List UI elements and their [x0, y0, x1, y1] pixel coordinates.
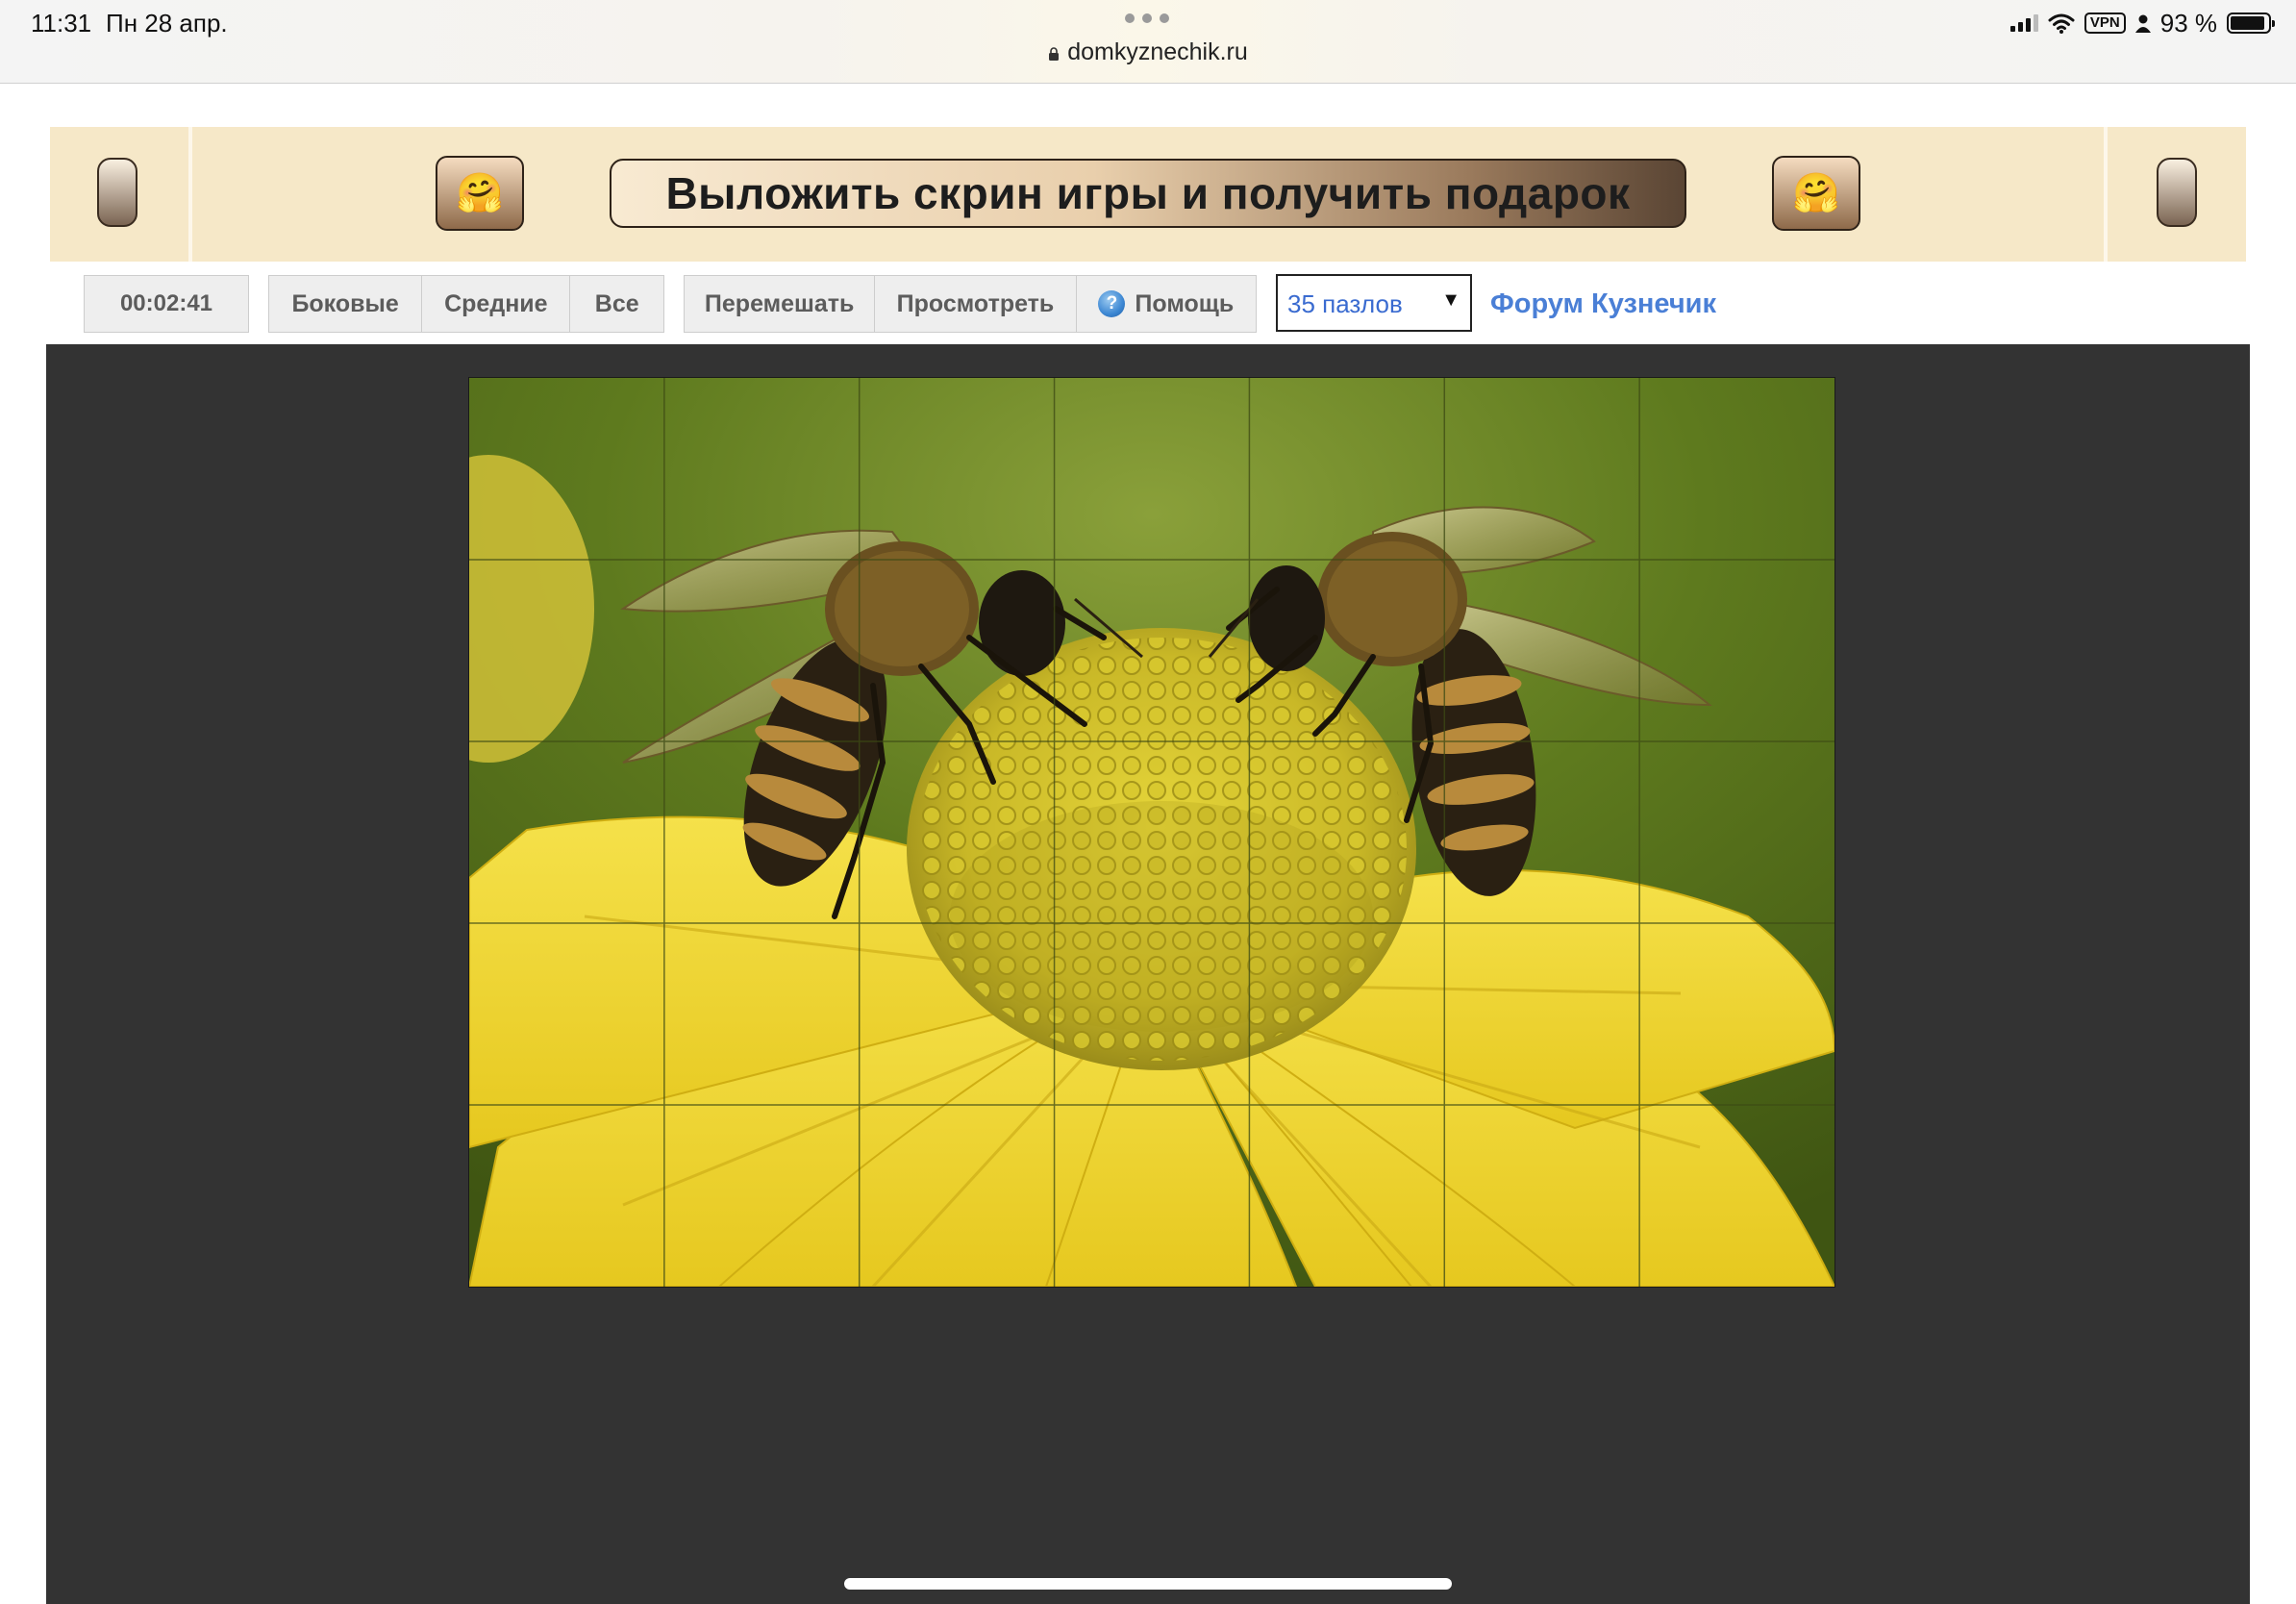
- wifi-icon: [2048, 13, 2075, 34]
- dropdown-arrow-icon: ▼: [1441, 289, 1460, 311]
- help-globe-icon: ?: [1098, 290, 1126, 317]
- battery-icon: [2227, 13, 2275, 34]
- filter-all-button[interactable]: Все: [570, 276, 663, 332]
- piece-filter-group: Боковые Средние Все: [268, 275, 664, 333]
- url-text: domkyznechik.ru: [1067, 38, 1248, 65]
- banner-left-handle: [97, 158, 137, 227]
- status-indicators: VPN 93 %: [2009, 8, 2275, 38]
- banner-divider: [2104, 127, 2108, 262]
- hugging-face-emoji-button[interactable]: 🤗: [1772, 156, 1860, 231]
- help-label: Помощь: [1135, 289, 1235, 317]
- hugging-face-emoji-button[interactable]: 🤗: [436, 156, 524, 231]
- lock-icon: [1049, 47, 1060, 61]
- help-button[interactable]: ? Помощь: [1077, 276, 1256, 332]
- filter-edge-button[interactable]: Боковые: [269, 276, 423, 332]
- promo-button[interactable]: Выложить скрин игры и получить подарок: [610, 159, 1686, 228]
- puzzle-image: [469, 378, 1834, 1287]
- address-bar[interactable]: domkyznechik.ru: [0, 38, 2296, 66]
- actions-group: Перемешать Просмотреть ? Помощь: [684, 275, 1257, 333]
- promo-banner: 🤗 Выложить скрин игры и получить подарок…: [50, 127, 2246, 262]
- puzzle-board[interactable]: [469, 378, 1834, 1287]
- person-icon: [2134, 14, 2151, 33]
- timer-box: 00:02:41: [84, 275, 249, 333]
- piece-count-select[interactable]: 35 пазлов ▼: [1276, 274, 1472, 332]
- piece-count-value: 35 пазлов: [1287, 289, 1403, 318]
- cellular-signal-icon: [2009, 14, 2038, 32]
- game-timer: 00:02:41: [119, 290, 213, 316]
- status-date: Пн 28 апр.: [106, 9, 228, 38]
- vpn-badge: VPN: [2084, 13, 2126, 34]
- banner-divider: [188, 127, 192, 262]
- preview-button[interactable]: Просмотреть: [875, 276, 1077, 332]
- filter-middle-button[interactable]: Средние: [422, 276, 571, 332]
- battery-percent: 93 %: [2159, 8, 2217, 38]
- game-area: [46, 344, 2250, 1604]
- status-bar: 11:31 Пн 28 апр. domkyznechik.ru VPN 93 …: [0, 0, 2296, 84]
- status-time: 11:31: [31, 9, 92, 38]
- home-indicator[interactable]: [844, 1578, 1452, 1590]
- shuffle-button[interactable]: Перемешать: [685, 276, 876, 332]
- multitasking-dots-icon[interactable]: [1125, 13, 1171, 25]
- banner-right-handle: [2157, 158, 2197, 227]
- forum-link[interactable]: Форум Кузнечик: [1490, 288, 1716, 320]
